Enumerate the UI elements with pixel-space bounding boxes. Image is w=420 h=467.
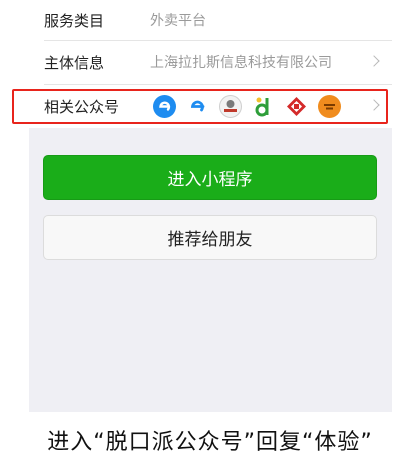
related-accounts-label: 相关公众号 bbox=[44, 97, 120, 116]
green-d-icon[interactable] bbox=[252, 94, 275, 118]
service-category-label: 服务类目 bbox=[44, 11, 105, 30]
chevron-right-icon bbox=[368, 99, 380, 111]
mini-program-profile: 服务类目 外卖平台 主体信息 上海拉扎斯信息科技有限公司 相关公众号 进入小程序… bbox=[29, 0, 392, 412]
recommend-to-friends-button[interactable]: 推荐给朋友 bbox=[43, 215, 377, 260]
service-category-row: 服务类目 外卖平台 bbox=[44, 0, 392, 40]
related-accounts-list bbox=[153, 94, 341, 118]
info-panel: 服务类目 外卖平台 主体信息 上海拉扎斯信息科技有限公司 相关公众号 bbox=[29, 0, 392, 128]
entity-info-label: 主体信息 bbox=[44, 53, 105, 72]
orange-circle-icon[interactable] bbox=[318, 94, 341, 118]
entity-info-row[interactable]: 主体信息 上海拉扎斯信息科技有限公司 bbox=[44, 41, 392, 83]
entity-info-value: 上海拉扎斯信息科技有限公司 bbox=[150, 55, 332, 71]
enter-mini-program-button[interactable]: 进入小程序 bbox=[43, 155, 377, 200]
eleme-e-icon[interactable] bbox=[153, 94, 176, 118]
red-diamond-icon[interactable] bbox=[285, 94, 308, 118]
rider-emblem-icon[interactable] bbox=[219, 94, 242, 118]
related-accounts-row[interactable]: 相关公众号 bbox=[44, 85, 392, 127]
caption-text: 进入“脱口派公众号”回复“体验” bbox=[47, 430, 373, 455]
eleme-e-outline-icon[interactable] bbox=[186, 94, 209, 118]
service-category-value: 外卖平台 bbox=[150, 13, 206, 29]
